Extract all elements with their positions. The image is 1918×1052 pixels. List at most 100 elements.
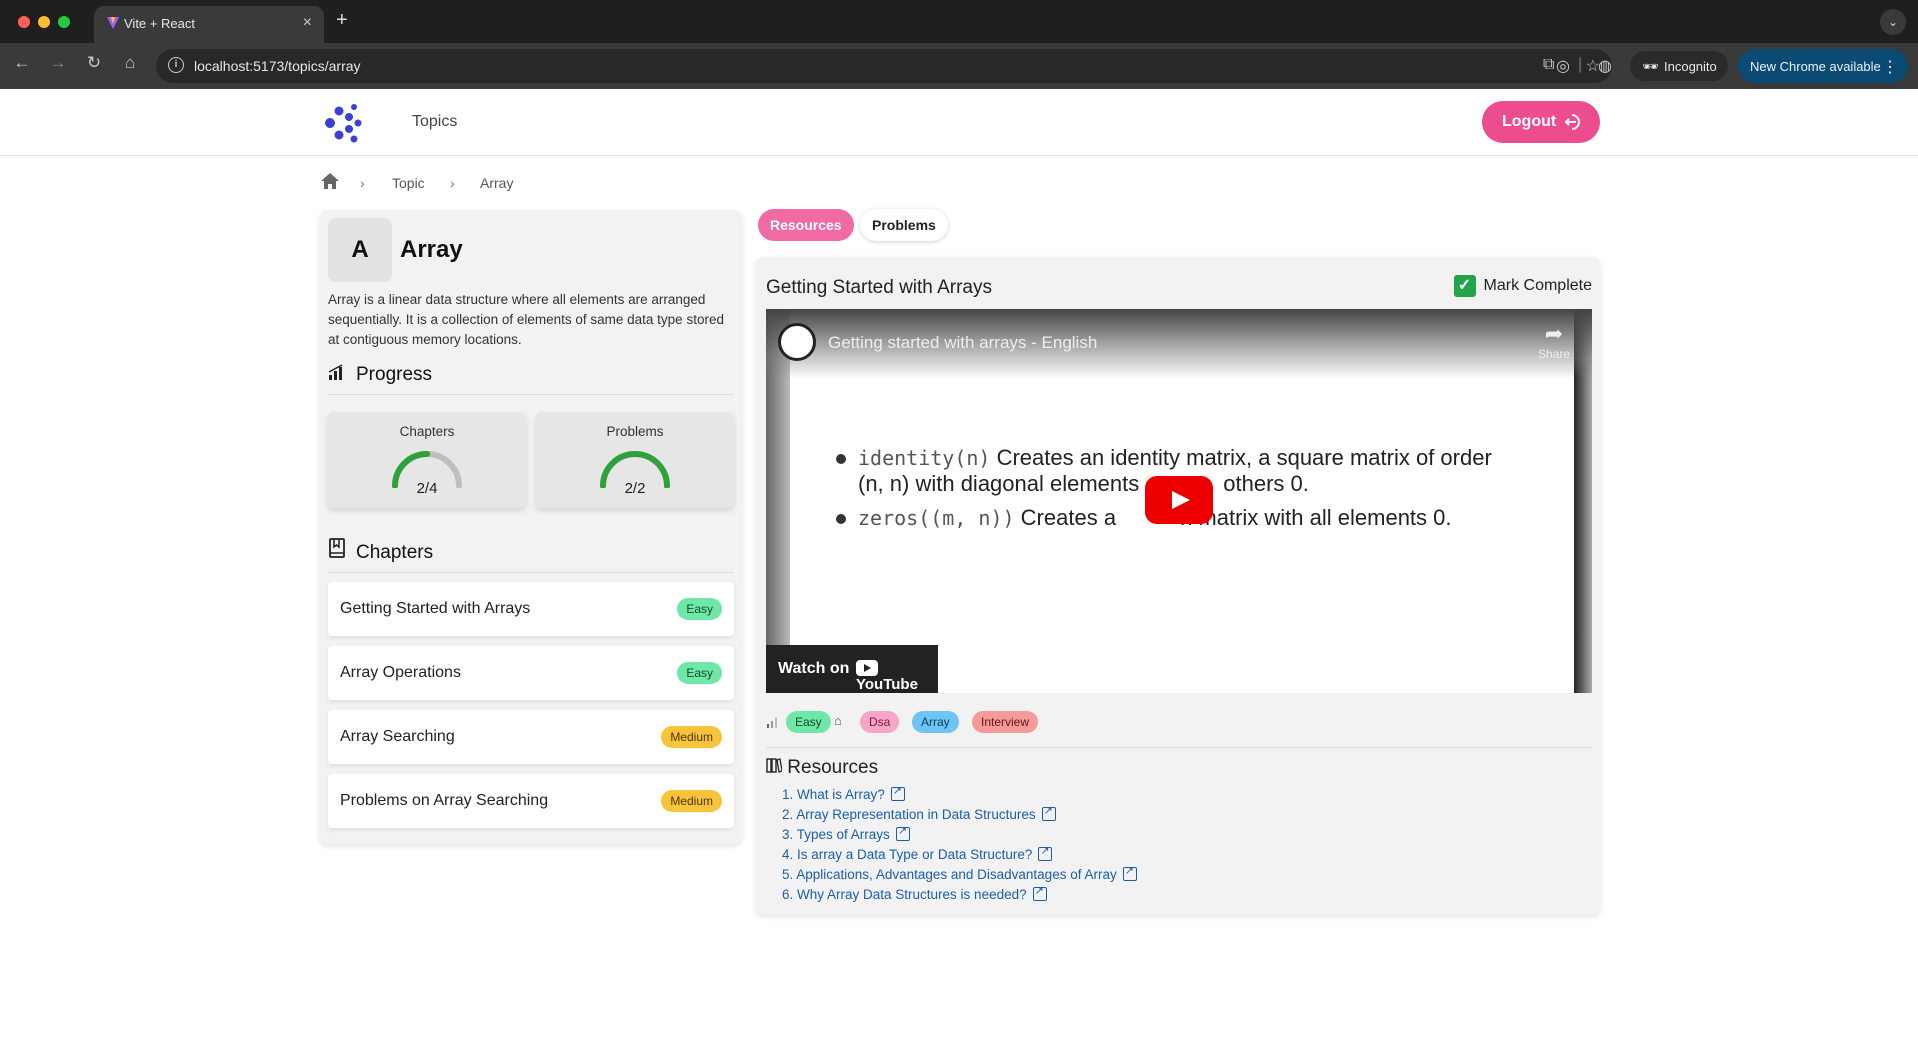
topic-title: Array [400, 236, 463, 263]
browser-toolbar: ← → ↻ ⌂ i localhost:5173/topics/array ◎ … [0, 43, 1918, 89]
lens-icon[interactable]: ◍ [1598, 56, 1612, 76]
difficulty-badge: Medium [661, 726, 722, 748]
progress-section-title: Progress [328, 364, 734, 395]
signal-bars-icon [766, 715, 780, 734]
tab-resources[interactable]: Resources [758, 209, 854, 241]
bullet-icon [836, 454, 846, 465]
more-menu-icon[interactable]: ⋮ [1882, 57, 1898, 77]
chapter-name: Array Searching [340, 728, 455, 745]
eye-off-icon[interactable]: ◎ [1556, 56, 1570, 76]
mark-complete-checkbox[interactable]: ✓ Mark Complete [1453, 275, 1592, 297]
external-link-icon[interactable] [890, 784, 905, 801]
resource-link[interactable]: 3. Types of Arrays [782, 824, 1137, 847]
topic-description: Array is a linear data structure where a… [328, 292, 724, 347]
address-bar[interactable]: i localhost:5173/topics/array ◎ ☆ [156, 49, 1612, 83]
problems-progress-value: 2/2 [624, 480, 646, 497]
update-label: New Chrome available [1750, 59, 1881, 74]
checkmark-icon: ✓ [1453, 275, 1476, 297]
close-window-button[interactable] [18, 16, 30, 28]
book-icon [328, 538, 350, 564]
difficulty-badge: Easy [677, 598, 722, 620]
chapter-tags: Easy ⌂ Dsa Array Interview [766, 711, 1592, 735]
chapter-content-panel: Getting Started with Arrays ✓ Mark Comple… [756, 257, 1600, 915]
topic-avatar: A [328, 218, 392, 282]
resources-heading: Resources [766, 757, 878, 779]
external-link-icon[interactable] [895, 824, 910, 841]
chapter-item[interactable]: Array Operations Easy [328, 646, 734, 700]
resource-link[interactable]: 1. What is Array? [782, 784, 1137, 807]
chevron-right-icon: › [450, 175, 455, 191]
watch-on-youtube-button[interactable]: Watch on YouTube [766, 645, 938, 693]
youtube-video-player[interactable]: Getting started with arrays - English ➦ … [766, 309, 1592, 693]
topic-panel: A Array Array is a linear data structure… [320, 210, 742, 844]
chapter-name: Problems on Array Searching [340, 792, 549, 809]
problems-progress-card: Problems 2/2 [536, 412, 734, 508]
slide-text-line: identity(n) Creates an identity matrix, … [836, 445, 1492, 471]
breadcrumb-array: Array [480, 175, 514, 191]
channel-avatar-icon[interactable] [778, 323, 816, 361]
difficulty-badge: Medium [661, 790, 722, 812]
home-icon[interactable] [320, 172, 340, 193]
signal-bars-icon [328, 364, 350, 386]
nav-topics-link[interactable]: Topics [412, 113, 457, 131]
slide-text-line: (n, n) with diagonal elements others 0. [858, 471, 1309, 496]
browser-tab[interactable]: Vite + React × [94, 6, 324, 43]
tag-icon: ⌂ [834, 713, 842, 728]
logout-button[interactable]: Logout [1482, 101, 1600, 143]
reload-icon[interactable]: ↻ [82, 53, 106, 73]
incognito-icon: 🕶 [1642, 59, 1659, 74]
external-link-icon[interactable] [1038, 844, 1053, 861]
resource-link[interactable]: 4. Is array a Data Type or Data Structur… [782, 844, 1137, 867]
chapter-item[interactable]: Problems on Array Searching Medium [328, 774, 734, 828]
bullet-icon [836, 514, 846, 525]
forward-icon[interactable]: → [46, 53, 70, 73]
tag-badge: Dsa [860, 711, 900, 733]
app-header: Topics Logout [0, 89, 1918, 156]
external-link-icon[interactable] [1041, 804, 1056, 821]
breadcrumb-topic[interactable]: Topic [392, 175, 425, 191]
mark-complete-label: Mark Complete [1483, 277, 1592, 295]
resources-title: Resources [787, 757, 879, 778]
chapters-progress-value: 2/4 [416, 480, 438, 497]
watch-on-label: Watch on [778, 660, 850, 677]
chapter-name: Array Operations [340, 664, 461, 681]
tab-title: Vite + React [124, 16, 195, 31]
maximize-window-button[interactable] [58, 16, 70, 28]
chapters-title: Chapters [356, 542, 434, 563]
slide-text-line: zeros((m, n)) Creates an matrix with all… [836, 505, 1452, 531]
chapter-item[interactable]: Getting Started with Arrays Easy [328, 582, 734, 636]
app-logo-icon[interactable] [320, 101, 364, 145]
chapter-name: Getting Started with Arrays [340, 600, 531, 617]
tab-search-button[interactable]: ⌄ [1880, 9, 1906, 35]
browser-tabstrip: Vite + React × + ⌄ [0, 0, 1918, 43]
resource-link[interactable]: 2. Array Representation in Data Structur… [782, 804, 1137, 827]
resource-link[interactable]: 6. Why Array Data Structures is needed? [782, 884, 1137, 907]
close-tab-icon[interactable]: × [303, 14, 312, 32]
progress-title: Progress [356, 364, 433, 385]
update-chrome-button[interactable]: New Chrome available ⋮ [1738, 49, 1908, 83]
tag-badge: Easy [786, 711, 831, 733]
play-button-icon[interactable] [1145, 476, 1213, 524]
chapter-item[interactable]: Array Searching Medium [328, 710, 734, 764]
incognito-chip[interactable]: 🕶 Incognito [1630, 51, 1728, 81]
resource-link[interactable]: 5. Applications, Advantages and Disadvan… [782, 864, 1137, 887]
minimize-window-button[interactable] [38, 16, 50, 28]
new-tab-button[interactable]: + [336, 9, 348, 32]
back-icon[interactable]: ← [10, 53, 34, 73]
logout-label: Logout [1502, 113, 1557, 130]
tab-problems[interactable]: Problems [860, 209, 948, 241]
chapters-section-title: Chapters [328, 538, 734, 573]
vite-logo-icon [106, 16, 120, 33]
tag-badge: Interview [972, 711, 1039, 733]
url-text[interactable]: localhost:5173/topics/array [194, 58, 361, 74]
extensions-icon[interactable]: ⧉ [1543, 56, 1554, 74]
video-title[interactable]: Getting started with arrays - English [828, 333, 1097, 353]
youtube-logo-icon: YouTube [856, 659, 938, 693]
external-link-icon[interactable] [1032, 884, 1047, 901]
home-icon[interactable]: ⌂ [118, 53, 142, 73]
external-link-icon[interactable] [1122, 864, 1137, 881]
share-button[interactable]: ➦ Share [1538, 321, 1570, 361]
chapter-title: Getting Started with Arrays [766, 277, 992, 298]
site-info-icon[interactable]: i [168, 57, 184, 73]
resource-links: 1. What is Array? 2. Array Representatio… [782, 784, 1137, 907]
